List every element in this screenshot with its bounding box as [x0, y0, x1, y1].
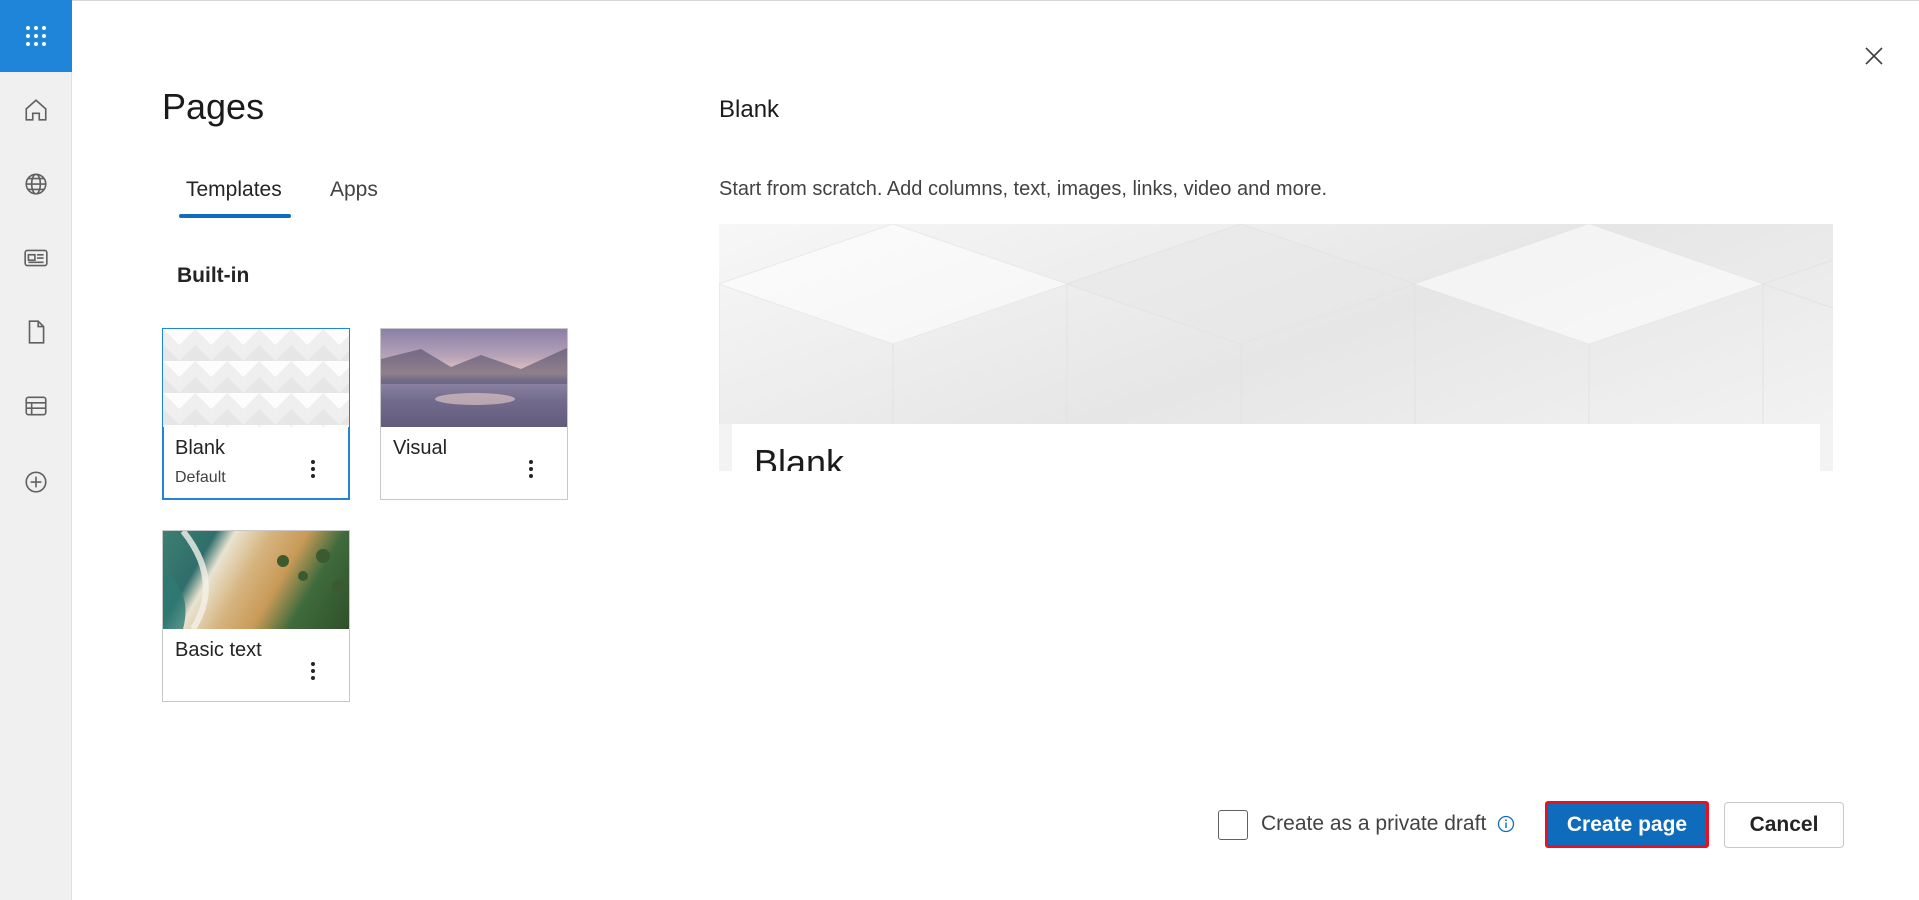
- template-more-button[interactable]: [301, 453, 325, 485]
- preview-card-title: Blank: [754, 442, 845, 471]
- close-icon: [1865, 47, 1883, 65]
- close-button[interactable]: [1858, 40, 1890, 72]
- template-name: Visual: [393, 437, 448, 459]
- info-button[interactable]: [1496, 814, 1516, 834]
- template-card-basic-text[interactable]: Basic text: [162, 530, 350, 702]
- active-tab-indicator: [179, 214, 291, 218]
- template-card-blank[interactable]: Blank Default: [162, 328, 350, 500]
- template-more-button[interactable]: [301, 655, 325, 687]
- list-icon: [25, 396, 47, 416]
- rail-files-button[interactable]: [18, 314, 54, 350]
- tab-apps[interactable]: Apps: [330, 178, 378, 202]
- cancel-button[interactable]: Cancel: [1724, 802, 1844, 848]
- template-card-visual[interactable]: Visual: [380, 328, 568, 500]
- template-thumbnail: [163, 329, 349, 427]
- rail-lists-button[interactable]: [18, 388, 54, 424]
- private-draft-checkbox[interactable]: [1218, 810, 1248, 840]
- app-rail: [0, 0, 72, 900]
- page-title: Pages: [162, 86, 265, 127]
- lake-image: [381, 347, 567, 427]
- template-more-button[interactable]: [519, 453, 543, 485]
- hex-pattern: [719, 224, 1833, 424]
- template-name: Basic text: [175, 639, 262, 661]
- preview-hero-image: [719, 224, 1833, 424]
- waffle-icon: [26, 26, 46, 46]
- template-preview: Blank: [719, 224, 1833, 471]
- beach-image: [163, 531, 344, 631]
- template-thumbnail: [163, 531, 349, 631]
- template-thumbnail: [381, 329, 567, 427]
- more-vertical-icon: [311, 662, 315, 680]
- section-heading-built-in: Built-in: [177, 264, 250, 287]
- globe-icon: [25, 173, 47, 195]
- tab-templates[interactable]: Templates: [186, 178, 282, 202]
- home-icon: [25, 99, 47, 121]
- app-launcher-button[interactable]: [0, 0, 72, 72]
- preview-title-card: Blank: [732, 424, 1820, 471]
- info-icon: [1497, 815, 1515, 833]
- create-page-button[interactable]: Create page: [1545, 801, 1709, 848]
- document-icon: [28, 320, 45, 344]
- rail-news-button[interactable]: [18, 240, 54, 276]
- rail-sites-button[interactable]: [18, 166, 54, 202]
- top-divider: [72, 0, 1919, 1]
- rail-create-button[interactable]: [18, 464, 54, 500]
- add-circle-icon: [25, 471, 47, 493]
- preview-description: Start from scratch. Add columns, text, i…: [719, 178, 1328, 200]
- news-icon: [24, 249, 48, 267]
- rail-home-button[interactable]: [18, 92, 54, 128]
- private-draft-label[interactable]: Create as a private draft: [1261, 812, 1486, 836]
- template-name: Blank: [175, 437, 226, 459]
- more-vertical-icon: [311, 460, 315, 478]
- more-vertical-icon: [529, 460, 533, 478]
- preview-title: Blank: [719, 96, 780, 123]
- template-subtitle: Default: [175, 469, 226, 486]
